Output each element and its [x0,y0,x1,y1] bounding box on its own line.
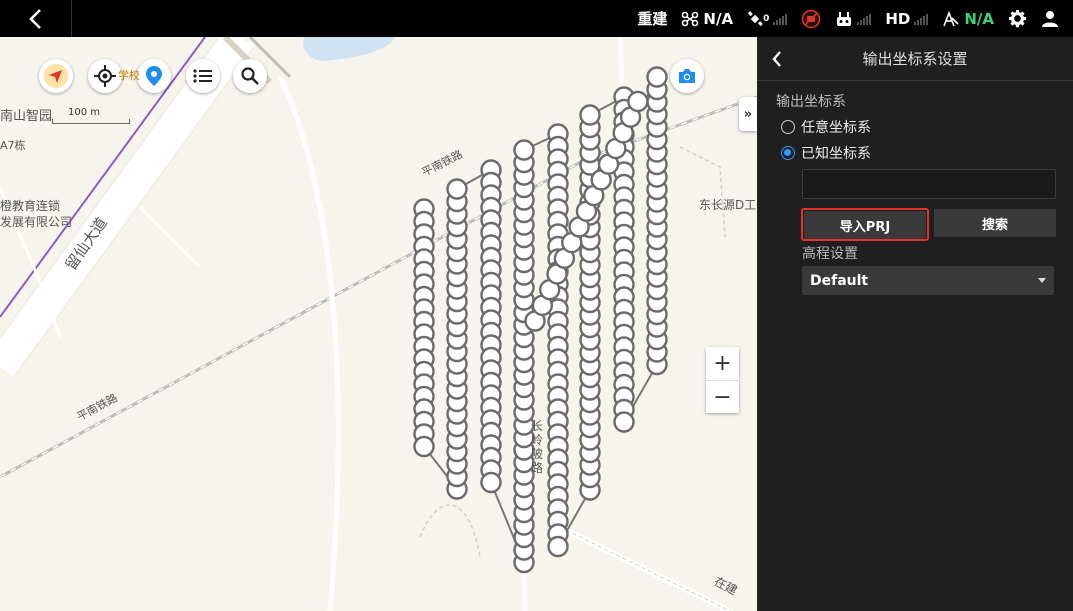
settings-button[interactable] [1008,9,1027,28]
map-view[interactable]: 100 m 南山智园 A7栋 橙教育连锁 发展有限公司 留仙大道 平南铁路 平南… [0,37,757,611]
coord-system-input[interactable] [802,169,1056,199]
radio-checked-icon [781,146,795,160]
rtk-icon [943,10,959,26]
pin-button[interactable] [137,59,171,93]
radio-arbitrary-label: 任意坐标系 [801,120,871,136]
waypoint-marker [446,178,468,200]
locate-button[interactable] [88,59,122,93]
compass-button[interactable] [39,59,73,93]
rc-off-icon [802,9,821,28]
camera-icon [679,69,695,83]
waypoint-marker [627,90,649,113]
panel-title: 输出坐标系设置 [862,50,968,68]
satellite-icon [747,10,763,26]
waypoint-marker [547,535,569,558]
waypoint-marker [480,471,502,494]
radio-arbitrary-coord[interactable]: 任意坐标系 [781,117,871,137]
rc-signal-bars-icon [857,13,872,25]
rebuild-label: 重建 [637,10,668,28]
rc-disconnected [801,9,821,29]
list-button[interactable] [186,59,220,93]
hd-signal: HD [885,9,929,28]
rtk-status-text: N/A [964,9,994,28]
elevation-label: 高程设置 [802,246,858,262]
controller-icon [837,11,852,26]
drone-status: N/A [681,10,733,28]
gps-count: 0 [763,13,770,24]
rc-signal [835,10,872,28]
chevron-left-icon [28,8,41,29]
waypoint-marker [646,66,668,88]
panel-header: 输出坐标系设置 [757,37,1073,81]
chevron-down-icon [1038,278,1046,283]
radio-unchecked-icon [781,120,795,134]
coordinate-settings-panel: 输出坐标系设置 输出坐标系 任意坐标系 已知坐标系 导入PRJ 搜索 高程设置 … [757,37,1073,611]
camera-button[interactable] [670,59,704,93]
crosshair-icon [94,65,116,87]
drone-status-text: N/A [703,9,734,28]
map-label-poi: 学校 [118,69,140,82]
hd-signal-bars-icon [914,13,929,25]
user-icon [1042,10,1058,27]
waypoint-marker [513,139,535,161]
gps-status: 0 [747,10,788,27]
gear-icon [1008,9,1027,28]
back-button[interactable] [0,0,72,37]
map-label-poi: A7栋 [0,139,26,152]
map-label-poi: 东长源D工 [699,198,757,212]
map-label-poi: 橙教育连锁 [0,199,61,213]
zoom-out-button[interactable]: − [706,380,739,413]
waypoint-marker [613,411,635,433]
map-label-road: 长岭陂路 [531,419,544,475]
waypoint-marker [579,104,601,126]
map-label-poi: 南山智园 [0,109,53,124]
rtk-status: N/A [942,10,994,28]
elevation-select-value: Default [810,272,869,289]
radio-known-label: 已知坐标系 [801,146,871,162]
search-button[interactable]: 搜索 [934,209,1056,237]
rebuild-button[interactable]: 重建 [637,8,667,29]
zoom-in-button[interactable]: + [706,347,739,380]
search-map-button[interactable] [233,59,267,93]
elevation-select[interactable]: Default [802,266,1054,295]
scale-label: 100 m [68,107,101,118]
status-bar: 重建 N/A 0 HD N/A [637,0,1059,37]
list-icon [193,69,212,83]
zoom-control: + − [706,347,739,413]
waypoint-marker [413,435,435,458]
radio-known-coord[interactable]: 已知坐标系 [781,143,871,163]
waypoint-path [413,66,668,574]
map-label-poi: 发展有限公司 [0,215,73,229]
import-prj-button[interactable]: 导入PRJ [804,211,926,239]
collapse-panel-button[interactable]: » [739,97,757,131]
map-pin-icon [146,66,162,86]
hd-label: HD [885,9,911,28]
gps-signal-icon [773,13,788,25]
top-bar: 重建 N/A 0 HD N/A [0,0,1073,37]
navigation-arrow-icon [44,64,68,88]
scale-bar: 100 m [52,107,130,124]
output-coord-label: 输出坐标系 [776,94,846,110]
search-icon [241,67,259,85]
user-button[interactable] [1041,10,1059,28]
drone-icon [682,11,699,26]
